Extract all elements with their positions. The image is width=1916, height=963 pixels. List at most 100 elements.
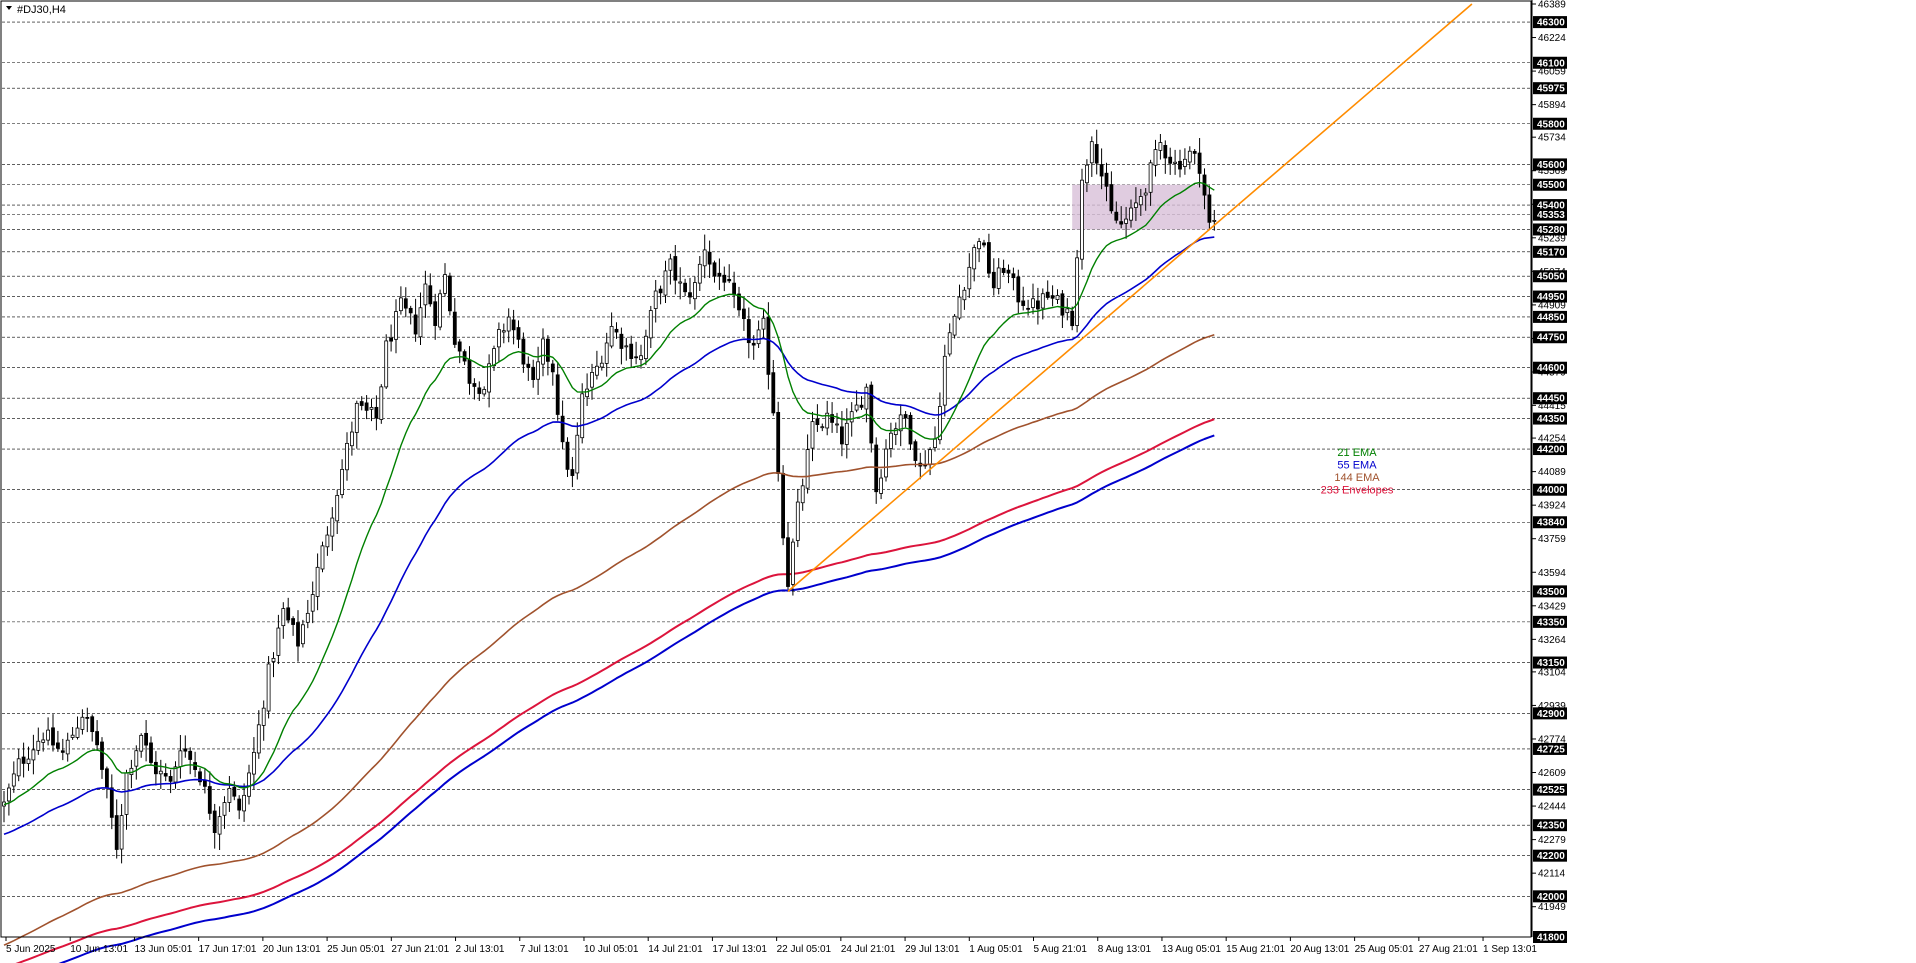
candle-body (1158, 142, 1163, 151)
candle-body (438, 293, 443, 328)
candle-body (800, 485, 805, 504)
time-tick-label: 10 Jul 05:01 (584, 944, 639, 955)
legend-entry: 144 EMA (1334, 472, 1380, 484)
candle-body (903, 414, 908, 419)
candle-body (168, 776, 173, 782)
candle-body (952, 315, 957, 336)
candle-body (580, 393, 585, 439)
candle-body (90, 716, 95, 733)
candle-body (501, 330, 506, 333)
candle-body (139, 734, 144, 752)
time-tick-label: 27 Aug 21:01 (1419, 944, 1478, 955)
candle-body (1104, 172, 1109, 187)
level-price-label: 45500 (1537, 180, 1565, 191)
chart-title-group: #DJ30,H4 (6, 4, 66, 16)
time-tick-label: 25 Aug 05:01 (1355, 944, 1414, 955)
candle-body (727, 278, 732, 282)
candle-body (281, 608, 286, 627)
candle-body (776, 411, 781, 474)
level-price-label: 44450 (1537, 394, 1565, 405)
time-tick-label: 1 Aug 05:01 (969, 944, 1023, 955)
time-tick-label: 7 Jul 13:01 (520, 944, 569, 955)
candle-body (835, 423, 839, 426)
candle-body (487, 363, 492, 393)
candle-body (1134, 202, 1138, 208)
candle-body (1060, 293, 1065, 316)
candle-body (369, 406, 374, 410)
candle-body (1070, 310, 1075, 327)
price-tick-label: 42609 (1538, 768, 1566, 779)
candle-body (232, 786, 237, 797)
candle-body (60, 750, 65, 753)
envelope-lines-group (15, 418, 1215, 963)
candle-body (663, 270, 668, 296)
level-price-label: 42200 (1537, 851, 1565, 862)
chevron-down-icon[interactable] (6, 6, 12, 10)
level-price-label: 44000 (1537, 485, 1565, 496)
time-tick-label: 20 Jun 13:01 (263, 944, 321, 955)
level-price-label: 43350 (1537, 617, 1565, 628)
candle-body (889, 432, 893, 449)
ema-144-line (3, 334, 1215, 946)
candle-body (644, 335, 648, 360)
trendline[interactable] (787, 3, 1473, 592)
candle-body (1050, 295, 1055, 299)
candle-body (261, 707, 266, 726)
candle-body (531, 366, 536, 380)
candle-body (781, 472, 785, 539)
price-chart[interactable]: 4638946224460594589445734455694540445239… (0, 0, 1916, 963)
candle-body (511, 319, 516, 331)
time-tick-label: 24 Jul 21:01 (841, 944, 896, 955)
candle-body (634, 356, 638, 359)
level-price-label: 45050 (1537, 272, 1565, 283)
candle-body (791, 541, 795, 585)
candle-body (310, 594, 315, 612)
candle-body (207, 786, 212, 814)
level-price-label: 44600 (1537, 363, 1565, 374)
candle-body (1143, 192, 1148, 196)
candle-body (595, 365, 599, 376)
candle-body (717, 272, 722, 277)
candle-body (1001, 267, 1006, 273)
candle-body (296, 622, 300, 647)
candle-body (413, 314, 418, 335)
candle-body (977, 241, 981, 250)
candle-body (109, 787, 114, 818)
candle-body (26, 758, 31, 764)
candle-body (550, 363, 555, 373)
candle-body (1129, 207, 1133, 221)
candle-body (693, 282, 697, 300)
candle-body (418, 307, 423, 338)
candle-body (751, 342, 756, 346)
candle-body (11, 773, 16, 787)
time-tick-label: 17 Jul 13:01 (712, 944, 767, 955)
candle-body (70, 734, 75, 738)
legend-group: 21 EMA55 EMA144 EMA233 Envelopes (1321, 447, 1394, 497)
time-tick-label: 1 Sep 13:01 (1483, 944, 1537, 955)
candle-body (325, 534, 330, 548)
price-tick-label: 43924 (1538, 501, 1566, 512)
price-tick-label: 45734 (1538, 133, 1566, 144)
candle-body (761, 317, 766, 330)
level-price-label: 45975 (1537, 84, 1565, 95)
candle-body (428, 285, 433, 305)
level-price-label: 44750 (1537, 333, 1565, 344)
candle-body (100, 741, 104, 770)
candle-body (541, 338, 545, 365)
candle-body (31, 749, 36, 761)
candle-body (673, 256, 678, 281)
level-price-label: 43840 (1537, 518, 1565, 529)
candle-body (668, 258, 673, 271)
candle-body (1212, 219, 1217, 222)
candle-body (810, 421, 815, 449)
candle-body (443, 274, 447, 294)
candle-body (854, 404, 859, 411)
level-price-label: 44200 (1537, 445, 1565, 456)
level-price-label: 42000 (1537, 892, 1565, 903)
candle-body (345, 442, 349, 471)
candle-body (1036, 300, 1040, 310)
candle-body (75, 727, 80, 738)
candle-body (1168, 156, 1173, 164)
candle-body (933, 438, 937, 448)
time-axis-group: 5 Jun 2025 10 Jun 13:01 13 Jun 05:01 17 Jun… (5, 937, 1537, 955)
